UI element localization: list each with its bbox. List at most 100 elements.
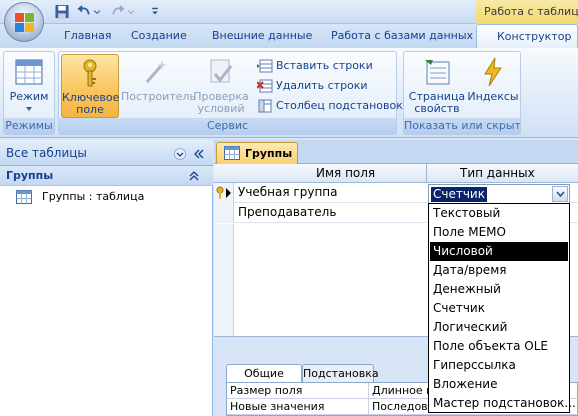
tab-home[interactable]: Главная [64,29,112,42]
primary-key-label-line2: поле [76,103,104,116]
column-header-data-type: Тип данных [460,166,535,180]
nav-item-groups-table[interactable]: Группы : таблица [0,187,213,207]
document-tab-strip: Группы [214,140,578,165]
view-button[interactable]: Режим [6,54,52,118]
grid-header: Имя поля Тип данных [214,164,578,183]
group-tools-label: Сервис [59,118,396,134]
property-value[interactable]: Последова [372,400,434,413]
row-selector[interactable] [214,183,234,203]
group-tools: Ключевое поле Построитель Проверка услов… [58,51,403,135]
chevrons-up-icon[interactable] [188,170,200,182]
delete-rows-icon [257,79,273,93]
validation-rules-icon [210,59,233,83]
lookup-column-label: Столбец подстановок [276,99,403,112]
nav-group-header[interactable]: Группы [0,166,213,186]
indexes-label: Индексы [467,90,519,103]
group-show-hide-label: Показать или скрыть [404,118,520,134]
redo-icon[interactable] [110,4,126,19]
data-type-value: Счетчик [431,187,487,202]
chevron-down-icon[interactable] [127,4,135,19]
insert-rows-label: Вставить строки [276,59,373,72]
document-tab-groups[interactable]: Группы [216,142,298,165]
column-header-field-name: Имя поля [316,166,376,180]
title-bar: Работа с таблица [0,0,578,24]
property-divider [368,383,369,399]
group-show-hide: Страница свойств Индексы Показать или ск… [403,51,521,135]
insert-rows-button[interactable]: Вставить строки [257,57,397,75]
nav-group-label: Группы [6,169,54,182]
table-icon [16,190,32,204]
nav-pane-header[interactable]: Все таблицы [0,140,213,166]
primary-key-button[interactable]: Ключевое поле [61,54,119,118]
option-autonumber[interactable]: Счетчик [430,299,568,318]
property-sheet-button[interactable]: Страница свойств [407,54,467,118]
option-ole-object[interactable]: Поле объекта OLE [430,337,568,356]
tab-external-data[interactable]: Внешние данные [212,29,312,42]
tab-create[interactable]: Создание [131,29,187,42]
save-icon[interactable] [54,4,70,19]
property-divider [368,399,369,415]
lightning-icon [484,57,502,87]
field-name-cell[interactable]: Учебная группа [238,185,338,199]
option-currency[interactable]: Денежный [430,280,568,299]
builder-button[interactable]: Построитель [121,54,197,118]
tab-general[interactable]: Общие [226,364,302,382]
contextual-tab-title: Работа с таблица [476,0,578,24]
chevron-down-icon [556,191,565,197]
row-selector-column [214,224,234,336]
nav-item-label: Группы : таблица [42,190,145,203]
primary-key-row-icon [216,186,231,199]
table-view-icon [15,59,43,85]
chevron-down-icon [26,107,32,111]
table-icon [224,146,240,160]
dropdown-button[interactable] [552,186,568,202]
test-validation-button[interactable]: Проверка условий [191,54,251,118]
test-validation-label-line2: условий [197,102,245,115]
view-button-label: Режим [9,90,49,103]
data-type-dropdown-list: Текстовый Поле MEMO Числовой Дата/время … [428,203,576,413]
chevron-down-icon[interactable] [174,148,186,160]
nav-pane-title: Все таблицы [6,146,87,160]
tab-design[interactable]: Конструктор [476,24,578,49]
data-type-select[interactable]: Счетчик [428,184,570,204]
insert-rows-icon [257,59,273,73]
navigation-pane: Все таблицы Группы Группы : таблица [0,140,213,416]
chevron-down-icon[interactable] [93,4,101,19]
option-yes-no[interactable]: Логический [430,318,568,337]
tab-design-label: Конструктор [497,30,572,43]
delete-rows-label: Удалить строки [276,79,368,92]
tab-database-tools[interactable]: Работа с базами данных [331,29,473,42]
office-button[interactable] [4,2,44,42]
office-logo-icon [15,13,34,32]
property-sheet-label-line2: свойств [414,102,460,115]
row-selector[interactable] [214,203,234,223]
document-tab-label: Группы [245,147,293,160]
property-sheet-icon [425,60,450,85]
customize-qat-icon[interactable] [150,4,160,19]
collapse-pane-icon[interactable] [193,148,205,160]
key-icon [83,59,97,87]
tab-lookup[interactable]: Подстановка [302,364,379,382]
group-views: Режим Режимы [3,51,55,135]
option-attachment[interactable]: Вложение [430,375,568,394]
field-name-cell[interactable]: Преподаватель [238,205,336,219]
option-text[interactable]: Текстовый [430,204,568,223]
ribbon: Режим Режимы Ключевое поле Построитель П… [0,48,578,138]
column-divider [426,164,427,183]
magic-wand-icon [145,60,167,83]
option-number[interactable]: Числовой [430,242,568,261]
delete-rows-button[interactable]: Удалить строки [257,77,397,95]
lookup-column-button[interactable]: Столбец подстановок [257,97,403,115]
builder-label: Построитель [121,90,197,103]
option-lookup-wizard[interactable]: Мастер подстановок... [430,394,576,413]
property-key: Размер поля [230,384,303,397]
lookup-column-icon [258,99,272,113]
option-date-time[interactable]: Дата/время [430,261,568,280]
property-key: Новые значения [230,400,325,413]
option-hyperlink[interactable]: Гиперссылка [430,356,568,375]
indexes-button[interactable]: Индексы [467,54,519,118]
property-value[interactable]: Длинное ц [372,384,434,397]
option-memo[interactable]: Поле MEMO [430,223,568,242]
undo-icon[interactable] [76,4,92,19]
group-views-label: Режимы [4,118,54,134]
